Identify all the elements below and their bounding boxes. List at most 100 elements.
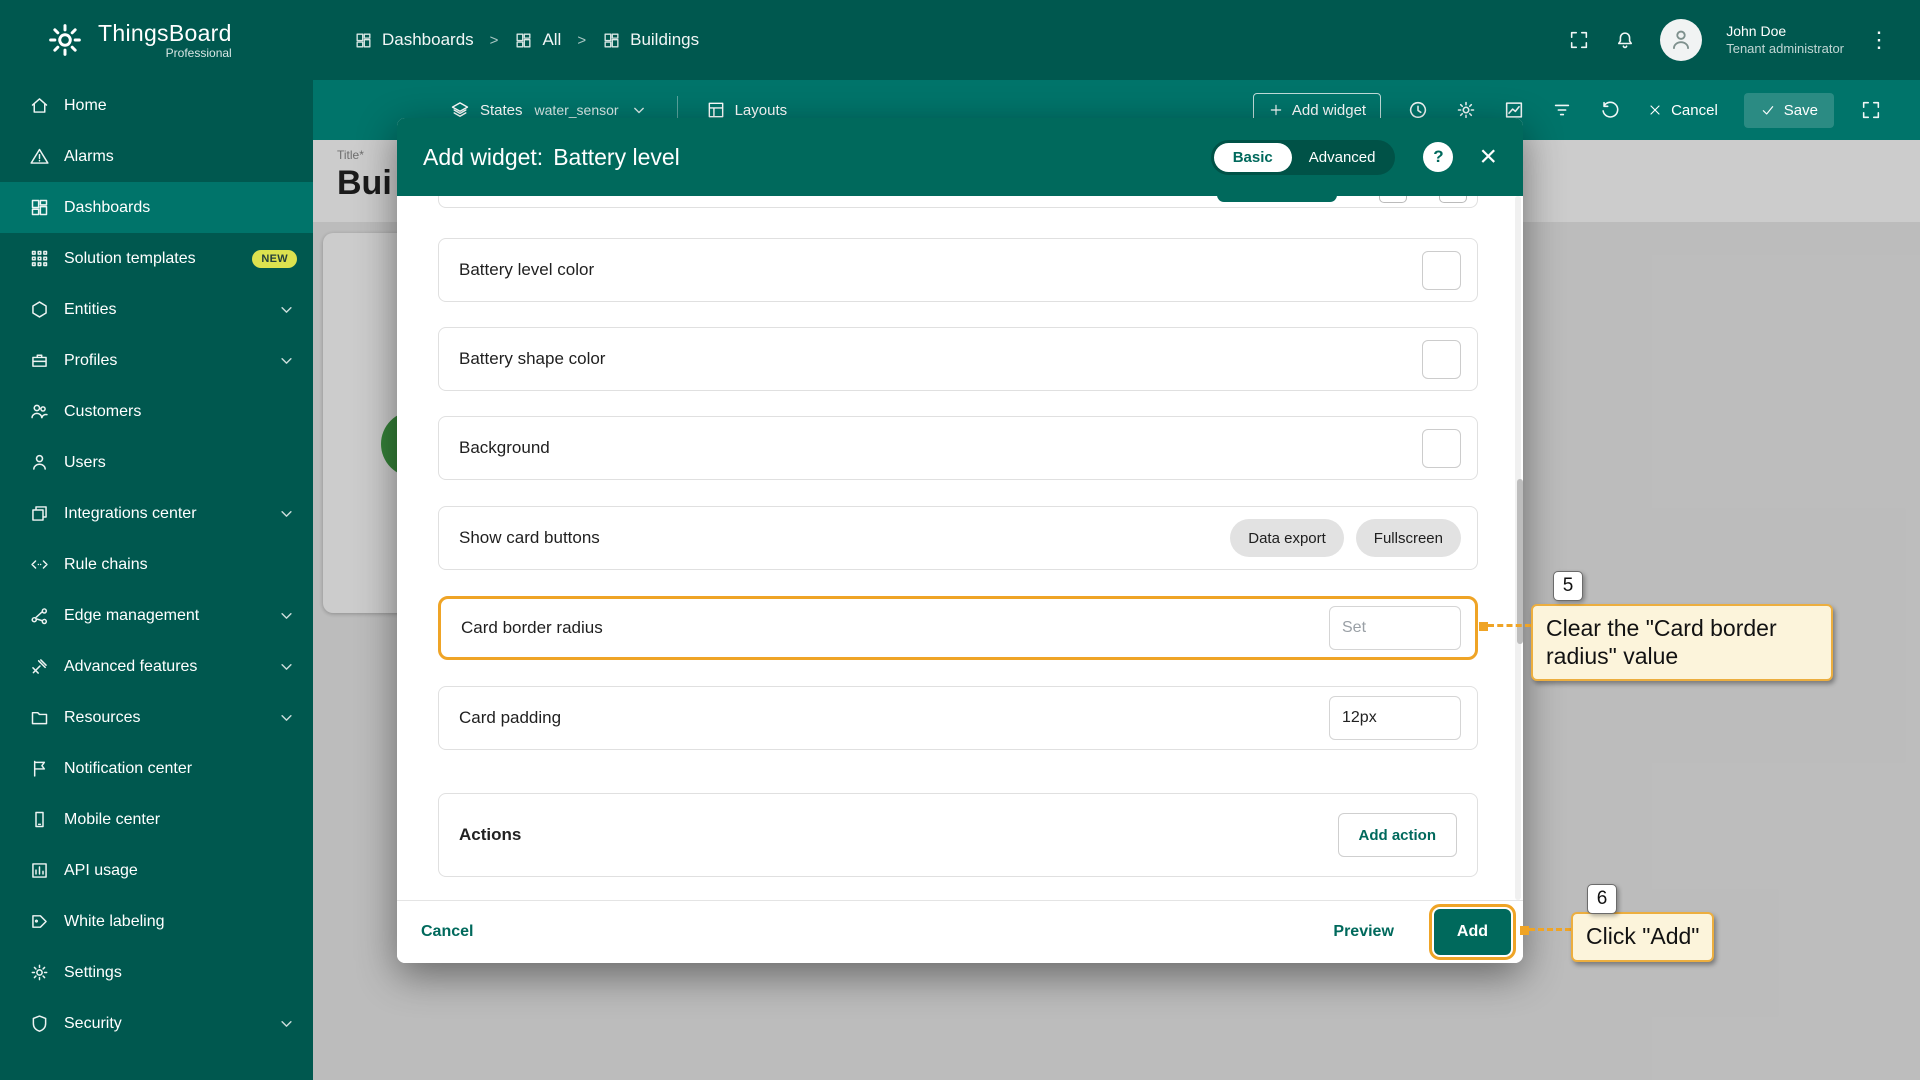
kebab-menu-icon[interactable]: ⋮	[1868, 29, 1890, 51]
sidebar-item-dashboards[interactable]: Dashboards	[0, 182, 313, 233]
sidebar-item-alarms[interactable]: Alarms	[0, 131, 313, 182]
breadcrumb-separator: >	[577, 32, 586, 49]
scrolled-off-control	[1379, 196, 1407, 203]
mobile-phone-icon	[29, 809, 50, 830]
layouts-button[interactable]: Layouts	[706, 100, 788, 120]
sidebar-item-solution-templates[interactable]: Solution templates NEW	[0, 233, 313, 284]
breadcrumb-buildings[interactable]: Buildings	[602, 30, 699, 50]
fullscreen-icon[interactable]	[1568, 29, 1590, 51]
sidebar-item-entities[interactable]: Entities	[0, 284, 313, 335]
profiles-icon	[29, 350, 50, 371]
sidebar-item-api-usage[interactable]: API usage	[0, 845, 313, 896]
battery-shape-color-swatch[interactable]	[1422, 340, 1461, 379]
notifications-bell-icon[interactable]	[1614, 29, 1636, 51]
card-border-radius-input[interactable]	[1329, 606, 1461, 650]
card-padding-row: Card padding	[438, 686, 1478, 750]
modal-footer: Cancel Preview Add	[397, 900, 1523, 963]
modal-scrollbar-thumb[interactable]	[1517, 479, 1523, 644]
chevron-down-icon	[276, 656, 297, 677]
layouts-icon	[706, 100, 726, 120]
toolbar-save-button[interactable]: Save	[1744, 93, 1834, 128]
person-icon	[1668, 27, 1694, 53]
connector-marker-5	[1479, 622, 1488, 631]
tab-advanced[interactable]: Advanced	[1292, 143, 1393, 172]
alarm-warning-icon	[29, 146, 50, 167]
modal-title: Add widget: Battery level	[423, 144, 680, 171]
filter-icon[interactable]	[1551, 99, 1573, 121]
history-icon[interactable]	[1599, 99, 1621, 121]
sidebar-item-rule-chains[interactable]: Rule chains	[0, 539, 313, 590]
chevron-down-icon	[276, 350, 297, 371]
add-button[interactable]: Add	[1434, 909, 1511, 955]
sidebar-item-security[interactable]: Security	[0, 998, 313, 1049]
brand-subtitle: Professional	[166, 46, 232, 60]
states-selector[interactable]: States water_sensor	[450, 100, 649, 120]
sidebar-item-resources[interactable]: Resources	[0, 692, 313, 743]
breadcrumb-all[interactable]: All	[514, 30, 561, 50]
connector-marker-6	[1520, 926, 1529, 935]
modal-header: Add widget: Battery level Basic Advanced…	[397, 118, 1523, 196]
chevron-down-icon	[276, 299, 297, 320]
cancel-button[interactable]: Cancel	[421, 923, 473, 941]
preview-button[interactable]: Preview	[1333, 923, 1393, 941]
chip-data-export[interactable]: Data export	[1230, 519, 1344, 557]
sidebar-item-advanced-features[interactable]: Advanced features	[0, 641, 313, 692]
sidebar-item-white-labeling[interactable]: White labeling	[0, 896, 313, 947]
label-tag-icon	[29, 911, 50, 932]
sidebar-item-users[interactable]: Users	[0, 437, 313, 488]
dashboards-icon	[29, 197, 50, 218]
sidebar-item-customers[interactable]: Customers	[0, 386, 313, 437]
flag-icon	[29, 758, 50, 779]
connector-line-5	[1488, 624, 1531, 627]
chevron-down-icon	[276, 503, 297, 524]
help-icon[interactable]: ?	[1423, 142, 1453, 172]
close-icon[interactable]: ×	[1479, 142, 1497, 172]
user-info: John Doe Tenant administrator	[1726, 23, 1844, 57]
sidebar-item-edge-management[interactable]: Edge management	[0, 590, 313, 641]
plus-icon	[1268, 102, 1284, 118]
sidebar-item-notification-center[interactable]: Notification center	[0, 743, 313, 794]
annotation-step-badge-6: 6	[1587, 884, 1617, 914]
scrolled-off-control	[1439, 196, 1467, 203]
customers-icon	[29, 401, 50, 422]
sidebar-item-profiles[interactable]: Profiles	[0, 335, 313, 386]
add-action-button[interactable]: Add action	[1338, 813, 1458, 857]
annotation-callout-6: Click "Add"	[1571, 912, 1714, 962]
tab-basic[interactable]: Basic	[1214, 143, 1292, 172]
chip-fullscreen[interactable]: Fullscreen	[1356, 519, 1461, 557]
folder-icon	[29, 707, 50, 728]
fullscreen-icon[interactable]	[1860, 99, 1882, 121]
basic-advanced-toggle: Basic Advanced	[1211, 140, 1396, 175]
apps-grid-icon	[29, 248, 50, 269]
user-role: Tenant administrator	[1726, 41, 1844, 57]
user-icon	[29, 452, 50, 473]
annotation-step-badge-5: 5	[1553, 571, 1583, 601]
scrolled-off-row	[438, 196, 1478, 208]
new-badge: NEW	[252, 250, 297, 268]
sidebar-item-settings[interactable]: Settings	[0, 947, 313, 998]
api-chart-icon	[29, 860, 50, 881]
card-border-radius-row: Card border radius	[438, 596, 1478, 660]
sidebar-item-integrations-center[interactable]: Integrations center	[0, 488, 313, 539]
dashboards-icon	[354, 31, 373, 50]
background-color-swatch[interactable]	[1422, 429, 1461, 468]
tools-icon	[29, 656, 50, 677]
modal-body: Battery level color Battery shape color …	[397, 196, 1523, 900]
avatar[interactable]	[1660, 19, 1702, 61]
top-header: ThingsBoard Professional Dashboards > Al…	[0, 0, 1920, 80]
scrolled-off-toggle	[1217, 196, 1337, 202]
toolbar-cancel-button[interactable]: Cancel	[1647, 102, 1718, 119]
breadcrumb-dashboards[interactable]: Dashboards	[354, 30, 474, 50]
brand-name: ThingsBoard	[98, 20, 232, 47]
gear-icon	[29, 962, 50, 983]
battery-shape-color-row: Battery shape color	[438, 327, 1478, 391]
dashboards-icon	[602, 31, 621, 50]
add-widget-modal: Add widget: Battery level Basic Advanced…	[397, 118, 1523, 963]
card-padding-input[interactable]	[1329, 696, 1461, 740]
annotation-callout-5: Clear the "Card border radius" value	[1531, 604, 1833, 681]
sidebar-item-home[interactable]: Home	[0, 80, 313, 131]
battery-level-color-swatch[interactable]	[1422, 251, 1461, 290]
check-icon	[1760, 102, 1776, 118]
sidebar-item-mobile-center[interactable]: Mobile center	[0, 794, 313, 845]
edge-share-icon	[29, 605, 50, 626]
